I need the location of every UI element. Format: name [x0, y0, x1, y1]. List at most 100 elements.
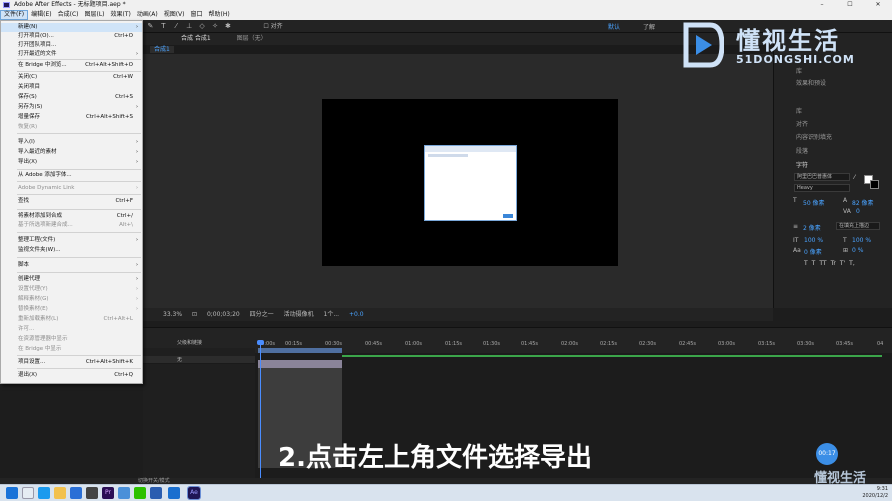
file-menu-item[interactable]: 在 Bridge 中浏览... Ctrl+Alt+Shift+O	[1, 61, 142, 70]
tsume-value[interactable]: 0 %	[852, 247, 863, 254]
file-menu-item[interactable]: 替换素材(E) ›	[1, 305, 142, 314]
active-camera-select[interactable]: 活动摄像机	[284, 311, 314, 318]
snap-checkbox[interactable]: ☐ 对齐	[263, 23, 282, 30]
file-menu-item[interactable]: 设置代理(Y) ›	[1, 285, 142, 294]
file-menu-item[interactable]: 打开最近的文件 ›	[1, 50, 142, 59]
menu-layer[interactable]: 图层(L)	[82, 10, 108, 20]
timecode-display[interactable]: 0;00;03;20	[207, 311, 240, 318]
file-menu-item[interactable]: 从 Adobe 添加字体...	[1, 171, 142, 180]
premiere-icon[interactable]: Pr	[102, 487, 114, 499]
app-icon-6[interactable]	[86, 487, 98, 499]
file-menu-item[interactable]: 导入(I) ›	[1, 138, 142, 147]
small-caps-button[interactable]: Tr	[831, 260, 836, 267]
menu-window[interactable]: 窗口	[187, 10, 205, 20]
file-menu-item[interactable]: 监视文件夹(W)...	[1, 246, 142, 255]
file-menu-item[interactable]: 增量保存 Ctrl+Alt+Shift+S	[1, 113, 142, 122]
eyedropper-icon[interactable]: ⁄	[854, 174, 855, 181]
explorer-icon[interactable]	[54, 487, 66, 499]
file-menu-item[interactable]: 关闭项目	[1, 83, 142, 92]
panel-align[interactable]: 对齐	[796, 119, 808, 128]
pen-tool-icon[interactable]: ✎	[146, 22, 155, 31]
views-select[interactable]: 1个...	[324, 311, 340, 318]
app-icon-10[interactable]	[150, 487, 162, 499]
layer-row[interactable]: 无	[143, 356, 255, 364]
file-menu-item[interactable]: 另存为(S) ›	[1, 103, 142, 112]
file-menu-item[interactable]: 退出(X) Ctrl+Q	[1, 371, 142, 380]
close-button[interactable]: ✕	[864, 0, 892, 10]
photos-icon[interactable]	[118, 487, 130, 499]
file-menu-item[interactable]: 重新加载素材(L) Ctrl+Alt+L	[1, 315, 142, 324]
subscript-button[interactable]: T,	[849, 260, 855, 267]
file-menu-item[interactable]: 打开团队项目...	[1, 41, 142, 50]
workspace-learn[interactable]: 了解	[643, 22, 655, 31]
font-style-select[interactable]: Heavy	[794, 184, 850, 192]
file-menu-item[interactable]: 许可...	[1, 325, 142, 334]
workspace-default[interactable]: 默认	[608, 22, 620, 31]
superscript-button[interactable]: T'	[840, 260, 845, 267]
file-menu-item[interactable]: 保存(S) Ctrl+S	[1, 93, 142, 102]
resolution-select[interactable]: 四分之一	[250, 311, 274, 318]
camera-snapshot-icon[interactable]: ⊡	[192, 311, 197, 318]
file-menu-item[interactable]: 脚本 ›	[1, 261, 142, 270]
file-menu-item[interactable]: 整理工程(文件) ›	[1, 236, 142, 245]
playhead-handle[interactable]	[257, 340, 264, 345]
playhead-line[interactable]	[260, 342, 261, 478]
panel-character[interactable]: 字符	[796, 160, 808, 169]
menu-file[interactable]: 文件(F)	[0, 10, 29, 20]
roto-tool-icon[interactable]: ✧	[211, 22, 220, 31]
vertical-scale-value[interactable]: 100 %	[804, 237, 823, 244]
exposure-value[interactable]: +0.0	[349, 311, 364, 318]
start-icon[interactable]	[6, 487, 18, 499]
panel-paragraph[interactable]: 段落	[796, 146, 808, 155]
file-menu-item[interactable]: Adobe Dynamic Link ›	[1, 184, 142, 193]
file-menu-item[interactable]: 新建(N) ›	[1, 23, 142, 32]
all-caps-button[interactable]: TT	[819, 260, 826, 267]
type-tool-icon[interactable]: T	[159, 22, 168, 31]
zoom-select[interactable]: 33.3%	[163, 311, 182, 318]
file-menu-item[interactable]: 关闭(C) Ctrl+W	[1, 73, 142, 82]
comp1-subtab[interactable]: 合成1	[150, 46, 174, 53]
menu-effect[interactable]: 效果(T)	[108, 10, 134, 20]
edge-icon[interactable]	[38, 487, 50, 499]
horizontal-scale-value[interactable]: 100 %	[852, 237, 871, 244]
menu-composition[interactable]: 合成(C)	[55, 10, 82, 20]
file-menu-item[interactable]: 在资源管理器中显示	[1, 335, 142, 344]
maximize-button[interactable]: ☐	[836, 0, 864, 10]
after-effects-icon[interactable]: Ae	[187, 486, 201, 500]
faux-bold-button[interactable]: T	[804, 260, 808, 267]
stroke-color-swatch[interactable]	[870, 180, 879, 189]
menu-view[interactable]: 视图(V)	[161, 10, 188, 20]
work-area-bar[interactable]	[258, 348, 342, 353]
leading-value[interactable]: 82 像素	[852, 198, 874, 207]
layer-duration-bar[interactable]	[258, 360, 342, 368]
file-menu-item[interactable]: 查找 Ctrl+F	[1, 197, 142, 206]
panel-effects-presets[interactable]: 效果和预设	[796, 78, 826, 87]
menu-animation[interactable]: 动画(A)	[134, 10, 161, 20]
timeline-ruler[interactable]: 00:00s 00:15s 00:30s 00:45s 01:00s 01:15…	[255, 337, 892, 353]
file-menu-item[interactable]: 恢复(R)	[1, 123, 142, 132]
stroke-width-value[interactable]: 2 像素	[803, 223, 821, 232]
faux-italic-button[interactable]: T	[812, 260, 816, 267]
minimize-button[interactable]: –	[808, 0, 836, 10]
tracking-value[interactable]: 0	[856, 208, 860, 215]
file-menu-item[interactable]: 打开项目(O)... Ctrl+O	[1, 32, 142, 41]
font-size-value[interactable]: 50 像素	[803, 198, 825, 207]
baseline-shift-value[interactable]: 0 像素	[804, 247, 822, 256]
parent-select[interactable]: 无	[177, 357, 182, 363]
stroke-mode-select[interactable]: 在填充上描边	[836, 222, 880, 230]
menu-help[interactable]: 帮助(H)	[206, 10, 233, 20]
app-icon-11[interactable]	[168, 487, 180, 499]
brush-tool-icon[interactable]: ⁄	[172, 22, 181, 31]
stamp-tool-icon[interactable]: ⊥	[185, 22, 194, 31]
menu-edit[interactable]: 编辑(E)	[28, 10, 54, 20]
pin-tool-icon[interactable]: ✱	[223, 22, 232, 31]
file-menu-item[interactable]: 将素材添加到合成 Ctrl+/	[1, 212, 142, 221]
panel-library-2[interactable]: 库	[796, 106, 802, 115]
composition-tab[interactable]: 合成 合成1	[181, 35, 211, 42]
wechat-icon[interactable]	[134, 487, 146, 499]
file-menu-item[interactable]: 导出(X) ›	[1, 158, 142, 167]
eraser-tool-icon[interactable]: ◇	[198, 22, 207, 31]
layer-tab[interactable]: 图层（无）	[237, 35, 267, 42]
file-menu-item[interactable]: 在 Bridge 中显示	[1, 345, 142, 354]
file-menu-item[interactable]: 项目设置... Ctrl+Alt+Shift+K	[1, 358, 142, 367]
